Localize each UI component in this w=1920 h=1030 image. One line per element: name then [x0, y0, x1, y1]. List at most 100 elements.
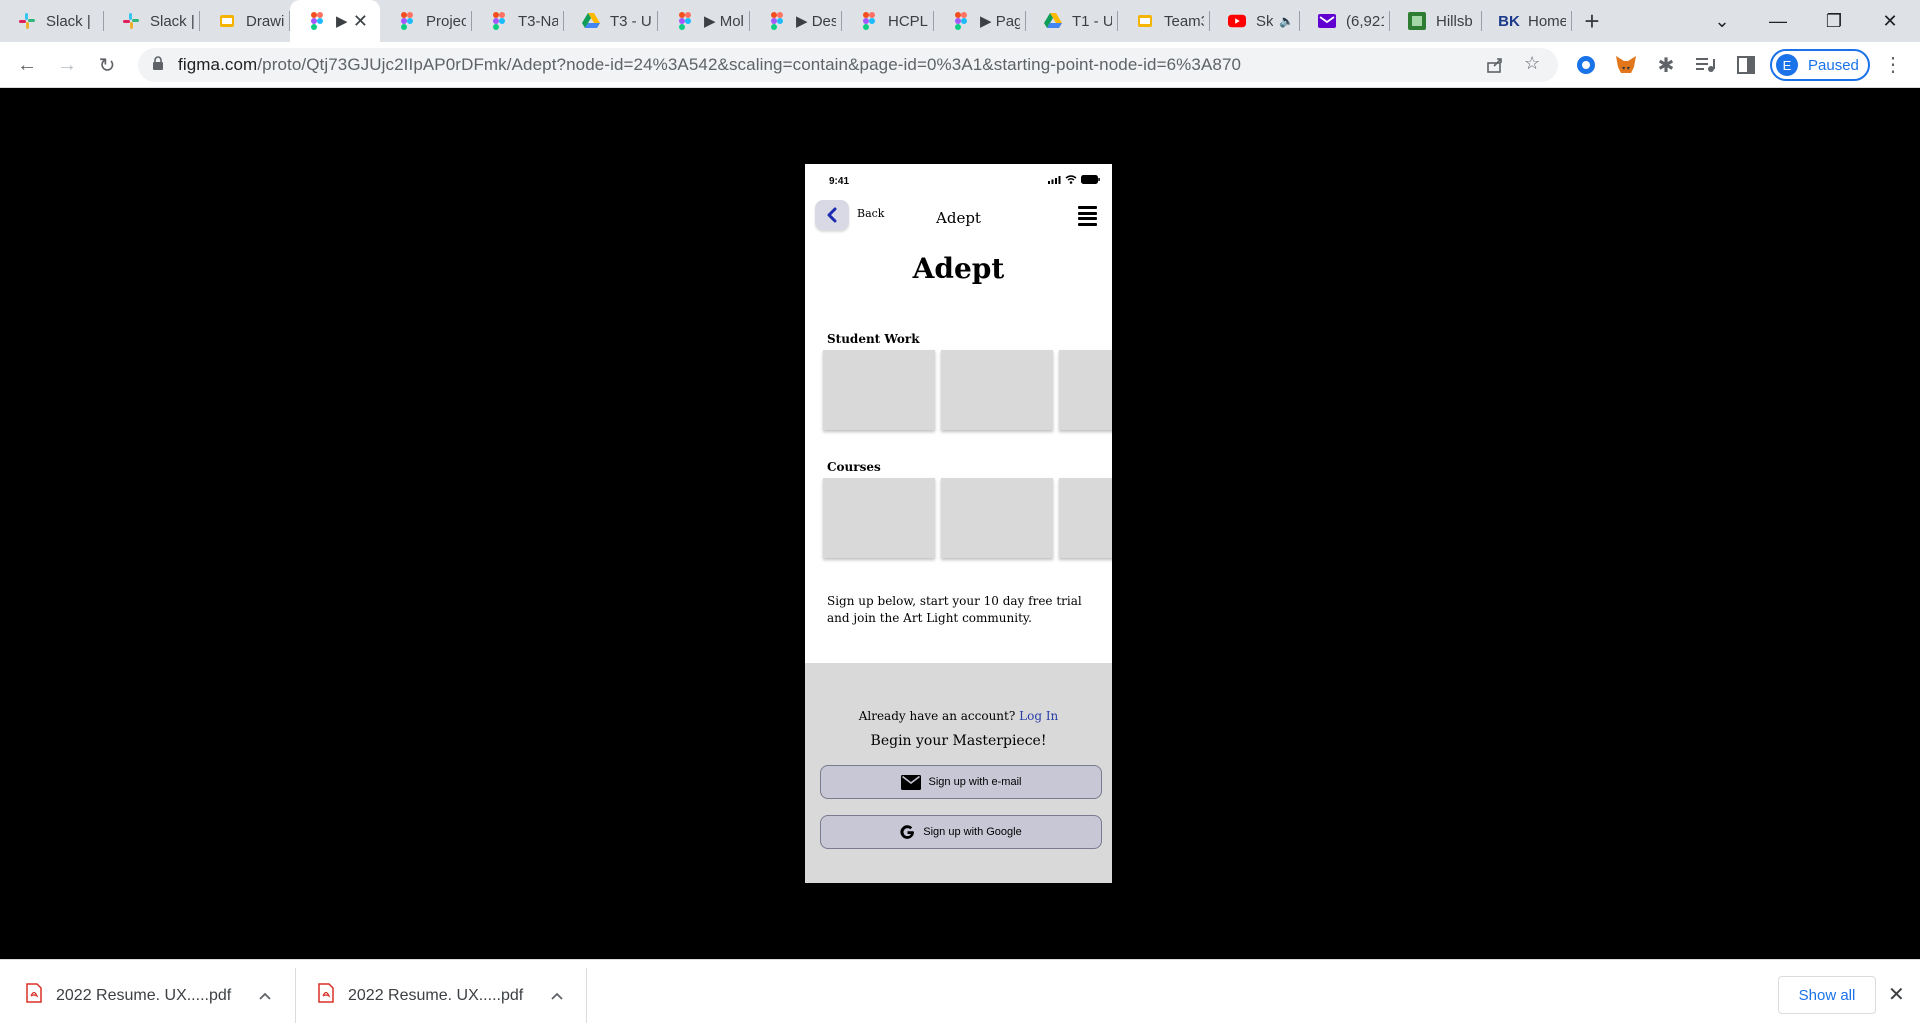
- tab-title: (6,921: [1346, 12, 1384, 30]
- login-link[interactable]: Log In: [1019, 709, 1058, 723]
- battery-icon: [1081, 175, 1100, 184]
- browser-tab-active[interactable]: ▶ ✕: [290, 0, 380, 42]
- wifi-icon: [1065, 175, 1077, 184]
- hamburger-menu-icon[interactable]: [1078, 206, 1097, 226]
- hillsborough-icon: [1408, 12, 1426, 30]
- browser-tab[interactable]: Slack |: [104, 0, 200, 42]
- courses-heading: Courses: [827, 460, 881, 474]
- signup-email-button[interactable]: Sign up with e-mail: [820, 765, 1102, 799]
- mail-icon: [1318, 12, 1336, 30]
- tab-title: Slack |: [46, 12, 91, 30]
- browser-tab[interactable]: Sk 🔈: [1210, 0, 1300, 42]
- status-time: 9:41: [829, 176, 850, 187]
- google-g-icon: [900, 824, 915, 840]
- tab-title: ▶: [336, 13, 347, 30]
- figma-icon: [308, 12, 326, 30]
- pdf-file-icon: [318, 983, 334, 1008]
- browser-tab[interactable]: ▶ Pag: [934, 0, 1026, 42]
- browser-tab[interactable]: (6,921: [1300, 0, 1390, 42]
- student-work-card[interactable]: [823, 350, 935, 430]
- tab-title: Home: [1528, 12, 1566, 30]
- divider: [295, 968, 296, 1023]
- window-close-button[interactable]: ✕: [1862, 0, 1918, 42]
- browser-tab[interactable]: Projec: [380, 0, 472, 42]
- signup-email-label: Sign up with e-mail: [928, 776, 1022, 788]
- share-icon[interactable]: [1486, 56, 1504, 79]
- close-tab-icon[interactable]: ✕: [347, 11, 374, 32]
- browser-tab[interactable]: T1 - U: [1026, 0, 1118, 42]
- browser-tab[interactable]: Hillsb: [1390, 0, 1482, 42]
- download-item[interactable]: 2022 Resume. UX.....pdf: [318, 960, 563, 1030]
- chevron-up-icon[interactable]: [551, 987, 563, 1005]
- browser-tab[interactable]: Slack |: [0, 0, 104, 42]
- tab-strip: Slack | Slack | Drawir ▶ ✕ Projec T3-Na: [0, 0, 1920, 42]
- tab-title: Team3: [1164, 12, 1204, 30]
- tab-title: Sk: [1256, 12, 1274, 30]
- minimize-button[interactable]: —: [1750, 0, 1806, 42]
- course-card[interactable]: [823, 478, 935, 558]
- cellular-signal-icon: [1048, 175, 1061, 184]
- speaker-icon[interactable]: 🔈: [1279, 14, 1294, 28]
- figma-icon: [952, 12, 970, 30]
- tab-title: T3-Na: [518, 12, 558, 30]
- browser-tab[interactable]: Drawir: [200, 0, 290, 42]
- course-card[interactable]: [1059, 478, 1112, 558]
- slack-icon: [18, 12, 36, 30]
- side-panel-icon[interactable]: [1733, 52, 1759, 78]
- student-work-heading: Student Work: [827, 332, 920, 346]
- browser-tab[interactable]: ▶ Mol: [658, 0, 750, 42]
- close-shelf-icon[interactable]: ✕: [1888, 982, 1905, 1007]
- chevron-up-icon[interactable]: [259, 987, 271, 1005]
- bookmark-star-icon[interactable]: ☆: [1524, 53, 1540, 74]
- youtube-icon: [1228, 12, 1246, 30]
- pdf-file-icon: [26, 983, 42, 1008]
- browser-tab[interactable]: BK Home: [1482, 0, 1572, 42]
- figma-icon: [490, 12, 508, 30]
- address-bar[interactable]: figma.com/proto/Qtj73GJUjc2IIpAP0rDFmk/A…: [138, 48, 1558, 82]
- restore-button[interactable]: ❐: [1806, 0, 1862, 42]
- url-host: figma.com: [178, 55, 258, 74]
- extension-circle-icon[interactable]: [1573, 52, 1599, 78]
- tab-search-chevron-icon[interactable]: ⌄: [1694, 0, 1750, 42]
- signup-description: Sign up below, start your 10 day free tr…: [827, 594, 1082, 625]
- drive-icon: [1044, 12, 1062, 30]
- download-filename: 2022 Resume. UX.....pdf: [348, 986, 524, 1004]
- figma-icon: [768, 12, 786, 30]
- back-arrow-icon[interactable]: ←: [11, 49, 43, 81]
- tab-title: T3 - U: [610, 12, 652, 30]
- phone-frame: 9:41 Back Adept Adept Student Work Cours…: [805, 164, 1112, 883]
- student-work-card[interactable]: [941, 350, 1053, 430]
- tab-title: ▶ Des: [796, 13, 836, 30]
- status-icons: [1048, 175, 1100, 184]
- tab-title: Drawir: [246, 12, 284, 30]
- show-all-button[interactable]: Show all: [1778, 976, 1876, 1014]
- tab-title: HCPLC: [888, 12, 928, 30]
- browser-menu-icon[interactable]: ⋮: [1880, 52, 1906, 78]
- new-tab-button[interactable]: +: [1572, 0, 1612, 42]
- url-path: /proto/Qtj73GJUjc2IIpAP0rDFmk/Adept?node…: [257, 55, 1242, 74]
- media-queue-icon[interactable]: [1693, 52, 1719, 78]
- metamask-fox-icon[interactable]: [1613, 52, 1639, 78]
- browser-tab[interactable]: T3-Na: [472, 0, 564, 42]
- reload-icon[interactable]: ↻: [91, 49, 123, 81]
- browser-tab[interactable]: ▶ Des: [750, 0, 842, 42]
- tab-title: T1 - U: [1072, 12, 1112, 30]
- browser-toolbar: ← → ↻ figma.com/proto/Qtj73GJUjc2IIpAP0r…: [0, 42, 1920, 88]
- status-bar: 9:41: [805, 164, 1112, 194]
- browser-tab[interactable]: HCPLC: [842, 0, 934, 42]
- already-account-text: Already have an account?: [858, 709, 1016, 723]
- student-work-card[interactable]: [1059, 350, 1112, 430]
- signup-google-button[interactable]: Sign up with Google: [820, 815, 1102, 849]
- profile-button[interactable]: E Paused: [1770, 49, 1870, 81]
- browser-tab[interactable]: T3 - U: [564, 0, 658, 42]
- begin-masterpiece-text: Begin your Masterpiece!: [870, 733, 1047, 749]
- forward-arrow-icon[interactable]: →: [51, 49, 83, 81]
- download-item[interactable]: 2022 Resume. UX.....pdf: [26, 960, 271, 1030]
- browser-tab[interactable]: Team3: [1118, 0, 1210, 42]
- slack-icon: [122, 12, 140, 30]
- slides-icon: [1136, 12, 1154, 30]
- tab-title: Projec: [426, 12, 466, 30]
- extensions-puzzle-icon[interactable]: ✱: [1653, 52, 1679, 78]
- course-card[interactable]: [941, 478, 1053, 558]
- tab-title: ▶ Mol: [704, 13, 744, 30]
